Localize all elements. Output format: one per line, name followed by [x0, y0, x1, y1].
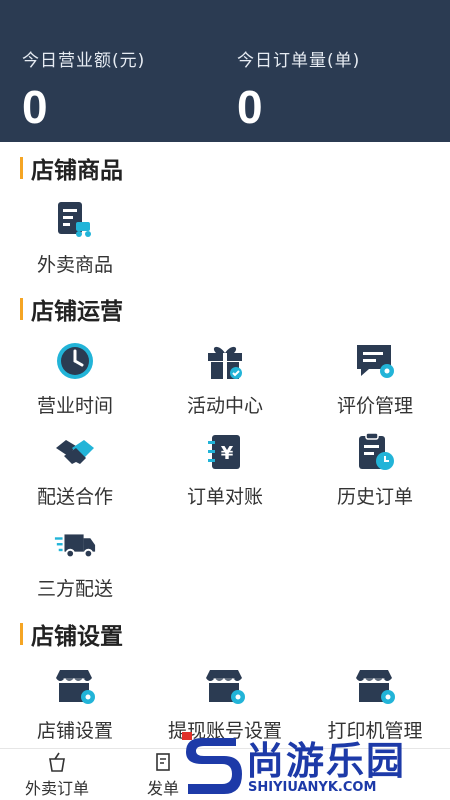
- watermark-cn-text: 尚游乐园: [246, 739, 407, 783]
- watermark-en-text: SHIYIUANYK.COM: [248, 780, 377, 795]
- takeout-goods-button[interactable]: 外卖商品: [0, 200, 150, 277]
- tile-label: 历史订单: [336, 486, 413, 508]
- order-reconciliation-button[interactable]: ¥ 订单对账: [150, 432, 300, 509]
- history-orders-button[interactable]: 历史订单: [300, 432, 450, 509]
- store-gear-icon: [353, 666, 397, 706]
- store-settings-button[interactable]: 店铺设置: [0, 666, 150, 743]
- store-gear-icon: [53, 666, 97, 706]
- tile-label: 三方配送: [36, 578, 113, 600]
- section-title-goods: 店铺商品: [20, 154, 123, 184]
- section-title-text: 店铺商品: [31, 158, 123, 184]
- section-title-text: 店铺运营: [31, 299, 123, 325]
- watermark-logo: 尚游乐园 SHIYIUANYK.COM: [180, 728, 450, 800]
- section-title-settings: 店铺设置: [20, 620, 123, 650]
- nav-label: 外卖订单: [24, 779, 89, 798]
- store-gear-icon: [203, 666, 247, 706]
- third-party-delivery-button[interactable]: 三方配送: [0, 524, 150, 601]
- watermark-s-icon: [182, 732, 242, 794]
- revenue-label: 今日营业额(元): [22, 51, 146, 71]
- gift-icon: [203, 341, 247, 381]
- section-title-operations: 店铺运营: [20, 295, 123, 325]
- tile-label: 配送合作: [36, 486, 113, 508]
- tile-label: 店铺设置: [36, 720, 113, 742]
- section-accent-bar: [20, 298, 23, 320]
- orders-value: 0: [237, 81, 263, 133]
- svg-text:¥: ¥: [221, 443, 234, 464]
- orders-label: 今日订单量(单): [237, 51, 361, 71]
- tile-label: 外卖商品: [36, 254, 113, 276]
- takeout-goods-icon: [53, 200, 97, 240]
- section-accent-bar: [20, 623, 23, 645]
- activity-center-button[interactable]: 活动中心: [150, 341, 300, 418]
- tile-label: 评价管理: [336, 395, 413, 417]
- section-accent-bar: [20, 157, 23, 179]
- delivery-truck-icon: [53, 524, 97, 564]
- clock-icon: [53, 341, 97, 381]
- tile-label: 营业时间: [36, 395, 113, 417]
- handshake-icon: [53, 432, 97, 472]
- revenue-stat: 今日营业额(元) 0: [22, 46, 145, 133]
- history-clipboard-icon: [353, 432, 397, 472]
- review-management-button[interactable]: 评价管理: [300, 341, 450, 418]
- stats-header: 今日营业额(元) 0 今日订单量(单) 0: [0, 0, 450, 142]
- business-hours-button[interactable]: 营业时间: [0, 341, 150, 418]
- review-icon: [353, 341, 397, 381]
- takeout-order-icon: [12, 751, 102, 773]
- section-title-text: 店铺设置: [31, 624, 123, 650]
- tile-label: 活动中心: [186, 395, 263, 417]
- tile-label: 订单对账: [186, 486, 263, 508]
- nav-takeout-orders[interactable]: 外卖订单: [12, 749, 102, 800]
- yen-ledger-icon: ¥: [203, 432, 247, 472]
- orders-stat: 今日订单量(单) 0: [237, 46, 360, 133]
- revenue-value: 0: [22, 81, 48, 133]
- delivery-cooperation-button[interactable]: 配送合作: [0, 432, 150, 509]
